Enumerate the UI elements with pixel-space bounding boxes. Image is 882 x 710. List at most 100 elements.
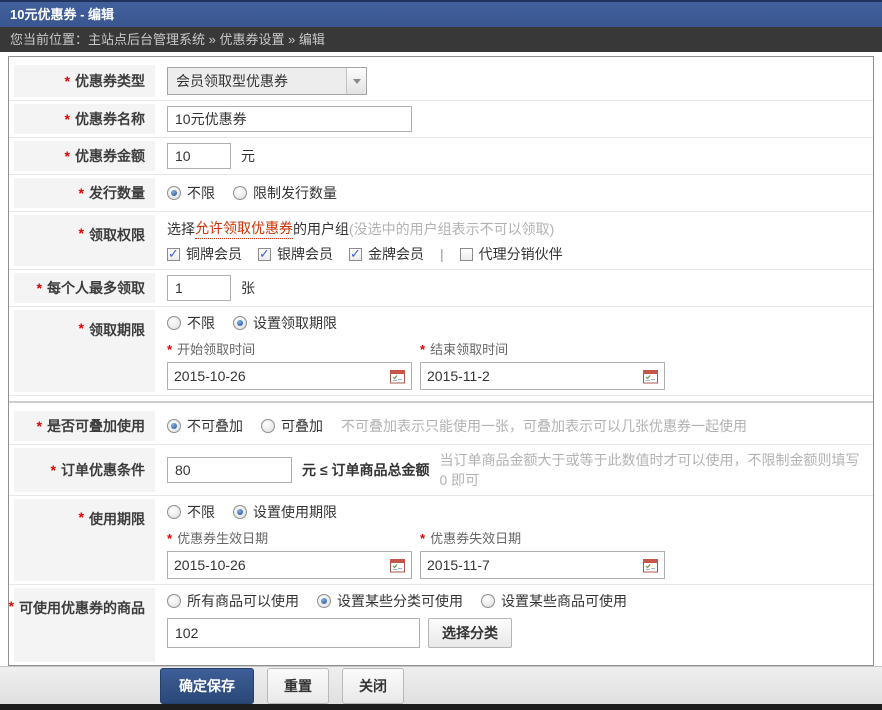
- choose-category-button[interactable]: 选择分类: [428, 618, 512, 648]
- row-usage-period: 使用期限 不限 设置使用期限 优惠券生效日期 优惠券失效日期: [9, 496, 873, 585]
- radio-label: 不限: [187, 183, 215, 203]
- usage-start-sublabel: 优惠券生效日期: [167, 528, 412, 547]
- required-asterisk: [65, 111, 75, 127]
- applicable-products-label: 可使用优惠券的商品: [14, 588, 155, 662]
- save-button[interactable]: 确定保存: [160, 668, 254, 704]
- radio-icon[interactable]: [233, 186, 247, 200]
- category-ids-input[interactable]: [167, 618, 420, 648]
- coupon-edit-form: 优惠券类型 会员领取型优惠券 优惠券名称 优惠券金额 元: [8, 56, 874, 666]
- checkbox-icon[interactable]: [349, 248, 362, 261]
- coupon-amount-input[interactable]: [167, 143, 231, 169]
- coupon-name-label: 优惠券名称: [14, 104, 155, 134]
- products-all-radio[interactable]: 所有商品可以使用: [167, 591, 299, 611]
- row-stackable: 是否可叠加使用 不可叠加 可叠加 不可叠加表示只能使用一张，可叠加表示可以几张优…: [9, 408, 873, 445]
- claim-end-sublabel: 结束领取时间: [420, 339, 665, 358]
- checkbox-label: 金牌会员: [368, 244, 424, 264]
- group-separator: |: [440, 246, 444, 262]
- label-text: 优惠券金额: [75, 146, 145, 166]
- radio-icon[interactable]: [167, 419, 181, 433]
- group-gold-checkbox[interactable]: 金牌会员: [349, 244, 424, 264]
- required-asterisk: [420, 342, 430, 357]
- max-unit: 张: [241, 278, 255, 298]
- required-asterisk: [420, 531, 430, 546]
- radio-icon[interactable]: [233, 316, 247, 330]
- label-text: 优惠券名称: [75, 109, 145, 129]
- label-text: 优惠券类型: [75, 71, 145, 91]
- window-title: 10元优惠券 - 编辑: [0, 0, 882, 27]
- claim-end-date-input[interactable]: 2015-11-2: [420, 362, 665, 390]
- bottom-bar: [0, 704, 882, 710]
- required-asterisk: [51, 462, 61, 478]
- usage-start-date-input[interactable]: 2015-10-26: [167, 551, 412, 579]
- label-text: 发行数量: [89, 183, 145, 203]
- coupon-type-select[interactable]: 会员领取型优惠券: [167, 67, 367, 95]
- radio-icon[interactable]: [167, 186, 181, 200]
- radio-label: 设置某些商品可使用: [501, 591, 627, 611]
- checkbox-label: 银牌会员: [277, 244, 333, 264]
- row-applicable-products: 可使用优惠券的商品 所有商品可以使用 设置某些分类可使用 设置某些商品可使用: [9, 585, 873, 665]
- coupon-name-input[interactable]: [167, 106, 412, 132]
- required-asterisk: [79, 185, 89, 201]
- required-asterisk: [167, 531, 177, 546]
- radio-icon[interactable]: [481, 594, 495, 608]
- radio-label: 设置使用期限: [253, 502, 337, 522]
- close-button[interactable]: 关闭: [342, 668, 404, 704]
- claim-period-set-radio[interactable]: 设置领取期限: [233, 313, 337, 333]
- checkbox-icon[interactable]: [167, 248, 180, 261]
- stackable-hint: 不可叠加表示只能使用一张，可叠加表示可以几张优惠券一起使用: [341, 416, 747, 436]
- chevron-down-icon[interactable]: [346, 68, 366, 94]
- radio-icon[interactable]: [233, 505, 247, 519]
- radio-icon[interactable]: [261, 419, 275, 433]
- allow-claim-link[interactable]: 允许领取优惠券: [195, 218, 293, 239]
- label-text: 订单优惠条件: [61, 460, 145, 480]
- row-max-per-person: 每个人最多领取 张: [9, 270, 873, 307]
- usage-end-date-input[interactable]: 2015-11-7: [420, 551, 665, 579]
- checkbox-icon[interactable]: [460, 248, 473, 261]
- radio-label: 设置某些分类可使用: [337, 591, 463, 611]
- claim-period-label: 领取期限: [14, 310, 155, 392]
- reset-button[interactable]: 重置: [267, 668, 329, 704]
- claim-start-date-input[interactable]: 2015-10-26: [167, 362, 412, 390]
- radio-icon[interactable]: [167, 316, 181, 330]
- calendar-icon[interactable]: [643, 369, 658, 384]
- stackable-yes-radio[interactable]: 可叠加: [261, 416, 323, 436]
- usage-period-unlimited-radio[interactable]: 不限: [167, 502, 215, 522]
- date-value: 2015-10-26: [174, 557, 246, 573]
- group-agent-checkbox[interactable]: 代理分销伙伴: [460, 244, 563, 264]
- radio-label: 限制发行数量: [253, 183, 337, 203]
- permission-hint-suffix: 的用户组: [293, 219, 349, 239]
- issue-count-limited-radio[interactable]: 限制发行数量: [233, 183, 337, 203]
- required-asterisk: [65, 148, 75, 164]
- group-silver-checkbox[interactable]: 银牌会员: [258, 244, 333, 264]
- usage-period-set-radio[interactable]: 设置使用期限: [233, 502, 337, 522]
- form-footer: 确定保存 重置 关闭: [0, 666, 882, 704]
- calendar-icon[interactable]: [643, 558, 658, 573]
- row-order-condition: 订单优惠条件 元 ≤ 订单商品总金额 当订单商品金额大于或等于此数值时才可以使用…: [9, 445, 873, 496]
- claim-period-unlimited-radio[interactable]: 不限: [167, 313, 215, 333]
- issue-count-label: 发行数量: [14, 178, 155, 208]
- order-condition-label: 订单优惠条件: [14, 448, 155, 492]
- stackable-no-radio[interactable]: 不可叠加: [167, 416, 243, 436]
- radio-icon[interactable]: [167, 505, 181, 519]
- order-condition-input[interactable]: [167, 457, 292, 483]
- radio-label: 设置领取期限: [253, 313, 337, 333]
- required-asterisk: [79, 509, 89, 525]
- label-text: 可使用优惠券的商品: [19, 598, 145, 618]
- radio-label: 不限: [187, 502, 215, 522]
- permission-hint-prefix: 选择: [167, 219, 195, 239]
- radio-icon[interactable]: [167, 594, 181, 608]
- required-asterisk: [37, 280, 47, 296]
- label-text: 使用期限: [89, 509, 145, 529]
- products-category-radio[interactable]: 设置某些分类可使用: [317, 591, 463, 611]
- radio-icon[interactable]: [317, 594, 331, 608]
- coupon-type-label: 优惠券类型: [14, 65, 155, 97]
- calendar-icon[interactable]: [390, 558, 405, 573]
- max-per-person-input[interactable]: [167, 275, 231, 301]
- calendar-icon[interactable]: [390, 369, 405, 384]
- checkbox-icon[interactable]: [258, 248, 271, 261]
- group-bronze-checkbox[interactable]: 铜牌会员: [167, 244, 242, 264]
- issue-count-unlimited-radio[interactable]: 不限: [167, 183, 215, 203]
- required-asterisk: [9, 598, 19, 614]
- products-specific-radio[interactable]: 设置某些商品可使用: [481, 591, 627, 611]
- sublabel-text: 优惠券失效日期: [430, 531, 521, 546]
